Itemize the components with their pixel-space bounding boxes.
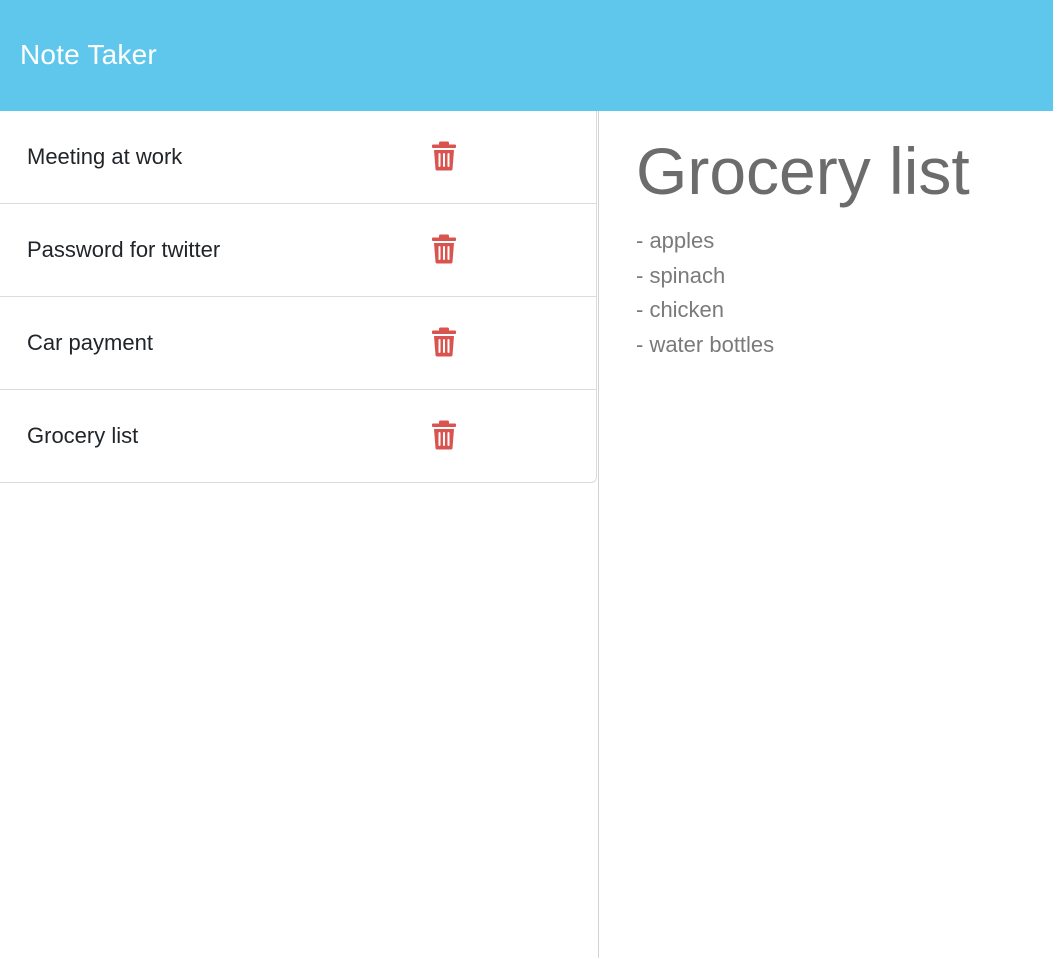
- note-title: Car payment: [27, 330, 153, 355]
- note-title-input[interactable]: Grocery list: [636, 133, 1046, 209]
- trash-icon[interactable]: [431, 420, 457, 450]
- trash-icon[interactable]: [431, 234, 457, 264]
- notes-sidebar: Meeting at work Password for twitter Car…: [0, 111, 599, 958]
- note-text-area[interactable]: - apples - spinach - chicken - water bot…: [636, 224, 1036, 362]
- list-item[interactable]: Password for twitter: [0, 204, 596, 297]
- note-line: - chicken: [636, 297, 725, 322]
- list-item[interactable]: Car payment: [0, 297, 596, 390]
- note-list: Meeting at work Password for twitter Car…: [0, 111, 597, 483]
- navbar: Note Taker: [0, 0, 1053, 111]
- trash-icon[interactable]: [431, 327, 457, 357]
- trash-icon[interactable]: [431, 141, 457, 171]
- list-item[interactable]: Grocery list: [0, 390, 596, 482]
- note-title: Meeting at work: [27, 144, 183, 169]
- note-editor: Grocery list - apples - spinach - chicke…: [599, 111, 1053, 958]
- note-line: - water bottles: [636, 331, 775, 357]
- note-title: Grocery list: [27, 423, 139, 448]
- note-line: - apples: [636, 228, 715, 253]
- app-title[interactable]: Note Taker: [20, 38, 157, 72]
- list-item[interactable]: Meeting at work: [0, 111, 596, 204]
- note-title: Password for twitter: [27, 237, 221, 262]
- note-line: - spinach: [636, 262, 726, 288]
